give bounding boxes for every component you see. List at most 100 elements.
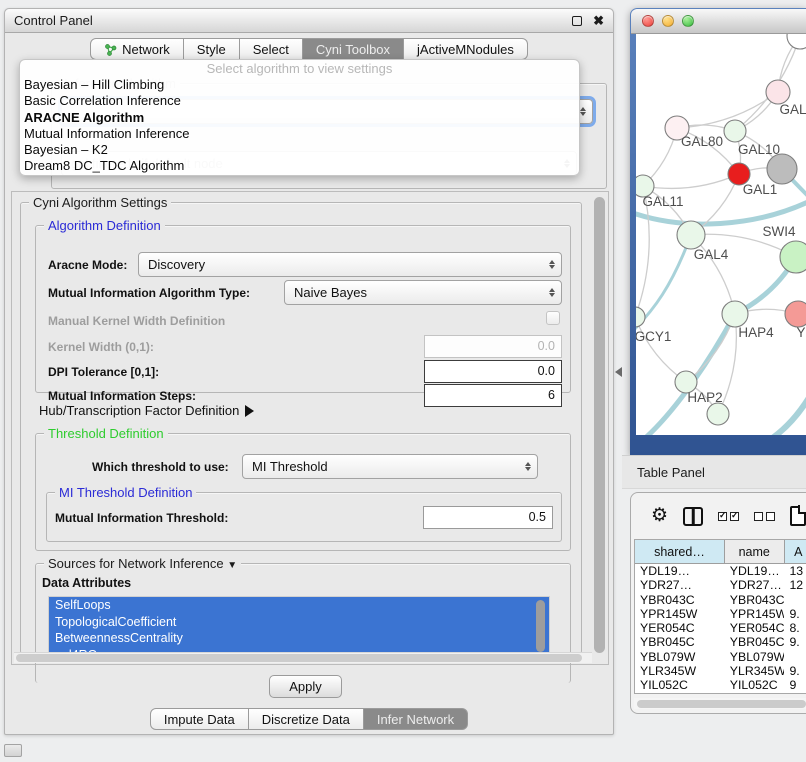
network-node-swi4[interactable] [780,241,806,273]
network-node-y[interactable] [785,301,806,327]
table-row[interactable]: YIL052CYIL052C9 [635,678,806,692]
minimize-traffic-light-icon[interactable] [662,15,674,27]
table-horizontal-scrollbar[interactable] [634,698,806,709]
deselect-all-checkboxes-icon[interactable] [754,512,775,521]
table-row[interactable]: YBR043CYBR043C [635,593,806,607]
table-cell [784,650,806,664]
kernel-width-label: Kernel Width (0,1): [48,340,154,354]
mi-steps-input[interactable]: 6 [424,384,562,407]
gear-icon[interactable]: ⚙ [651,507,668,525]
tab-label: Cyni Toolbox [316,42,390,57]
which-threshold-value: MI Threshold [243,459,519,474]
table-cell: YER054C [635,621,725,635]
attributes-scrollbar[interactable] [536,600,545,652]
table-cell: YBR043C [635,593,725,607]
network-node-gal4[interactable] [677,221,705,249]
stepper-arrows-icon [543,288,561,297]
mi-type-combobox[interactable]: Naive Bayes [284,280,562,305]
tab-style[interactable]: Style [184,38,240,60]
threshold-definition-title: Threshold Definition [44,426,168,441]
table-row[interactable]: YPR145WYPR145W9. [635,607,806,621]
table-cell: YBL079W [725,650,785,664]
network-node[interactable] [767,154,797,184]
table-cell: YPR145W [635,607,725,621]
close-traffic-light-icon[interactable] [642,15,654,27]
attribute-item[interactable]: SelfLoops [49,597,549,614]
algorithm-option[interactable]: Basic Correlation Inference [20,93,579,109]
table-panel-title: Table Panel [637,465,705,480]
tab-network[interactable]: Network [90,38,184,60]
table-cell: YBR043C [725,593,785,607]
which-threshold-combobox[interactable]: MI Threshold [242,454,538,479]
column-header[interactable]: A [785,540,806,563]
panel-collapse-arrow[interactable] [615,367,622,377]
algorithm-popup-placeholder: Select algorithm to view settings [20,61,579,77]
table-cell: YLR345W [725,664,785,678]
tab-cyni-toolbox[interactable]: Cyni Toolbox [303,38,404,60]
dpi-tolerance-label: DPI Tolerance [0,1]: [48,365,159,379]
table-row[interactable]: YLR345WYLR345W9. [635,664,806,678]
mi-threshold-input[interactable]: 0.5 [423,506,553,529]
aracne-mode-combobox[interactable]: Discovery [138,252,562,277]
network-icon [104,43,117,56]
table-row[interactable]: YDL19…YDL19…13 [635,564,806,578]
file-icon[interactable] [790,506,806,526]
aracne-mode-value: Discovery [139,257,543,272]
tab-infer-network[interactable]: Infer Network [364,708,468,730]
window-title: Control Panel [14,13,572,28]
settings-vertical-scrollbar[interactable] [594,197,605,653]
tab-impute-data[interactable]: Impute Data [150,708,249,730]
table-cell: YDL19… [725,564,785,578]
algorithm-option[interactable]: ARACNE Algorithm [20,110,579,126]
apply-button[interactable]: Apply [269,675,342,698]
attribute-item[interactable]: TopologicalCoefficient [49,614,549,631]
tab-jactivemnodules[interactable]: jActiveMNodules [404,38,528,60]
tab-discretize-data[interactable]: Discretize Data [249,708,364,730]
table-cell: 12 [784,578,806,592]
hub-definition-label: Hub/Transcription Factor Definition [39,403,239,418]
node-label: GAL1 [743,182,778,197]
network-canvas[interactable]: GALGAL80GAL10GAL1GAL11SWI4GAL4HAP4YGCY1H… [636,34,806,435]
control-panel-window: Control Panel ✖ NetworkStyle Select Cyni T… [4,8,614,735]
network-node-gcy1[interactable] [636,307,645,327]
hub-definition-expander[interactable]: Hub/Transcription Factor Definition [39,403,254,418]
table-cell: YDR27… [725,578,785,592]
algorithm-option[interactable]: Mutual Information Inference [20,126,579,142]
bottom-tab-bar: Impute Data Discretize Data Infer Network [5,708,613,730]
tab-select[interactable]: Select [240,38,303,60]
stepper-arrows-icon [543,260,561,269]
float-window-icon[interactable] [572,16,582,26]
mi-threshold-label: Mutual Information Threshold: [55,511,228,525]
dpi-tolerance-input[interactable]: 0.0 [424,360,562,383]
algorithm-option[interactable]: Bayesian – Hill Climbing [20,77,579,93]
tab-label: Impute Data [164,712,235,727]
algorithm-option[interactable]: Dream8 DC_TDC Algorithm [20,158,579,174]
network-view-window: GALGAL80GAL10GAL1GAL11SWI4GAL4HAP4YGCY1H… [630,8,806,455]
column-header[interactable]: shared… [635,540,725,563]
kernel-width-input[interactable]: 0.0 [424,335,562,358]
select-all-checkboxes-icon[interactable] [718,512,739,521]
columns-icon[interactable] [683,507,703,526]
network-node-gal10[interactable] [724,120,746,142]
network-node-hap4[interactable] [722,301,748,327]
settings-horizontal-scrollbar[interactable] [14,652,592,663]
algorithm-option[interactable]: Bayesian – K2 [20,142,579,158]
tab-label: Discretize Data [262,712,350,727]
table-row[interactable]: YDR27…YDR27…12 [635,578,806,592]
column-header[interactable]: name [725,540,785,563]
manual-kernel-checkbox[interactable] [546,311,560,325]
network-node-gal[interactable] [766,80,790,104]
zoom-traffic-light-icon[interactable] [682,15,694,27]
attribute-item[interactable]: BetweennessCentrality [49,630,549,647]
panel-grip[interactable] [4,744,22,757]
table-row[interactable]: YER054CYER054C8. [635,621,806,635]
table-row[interactable]: YBR045CYBR045C9. [635,635,806,649]
tab-label: Select [253,42,289,57]
table-cell: YBL079W [635,650,725,664]
collapse-arrow-icon[interactable]: ▼ [227,560,237,571]
table-row[interactable]: YBL079WYBL079W [635,650,806,664]
close-icon[interactable]: ✖ [593,16,604,26]
network-node[interactable] [707,403,729,425]
network-node[interactable] [787,34,806,49]
data-attributes-list: SelfLoopsTopologicalCoefficientBetweenne… [49,597,549,660]
